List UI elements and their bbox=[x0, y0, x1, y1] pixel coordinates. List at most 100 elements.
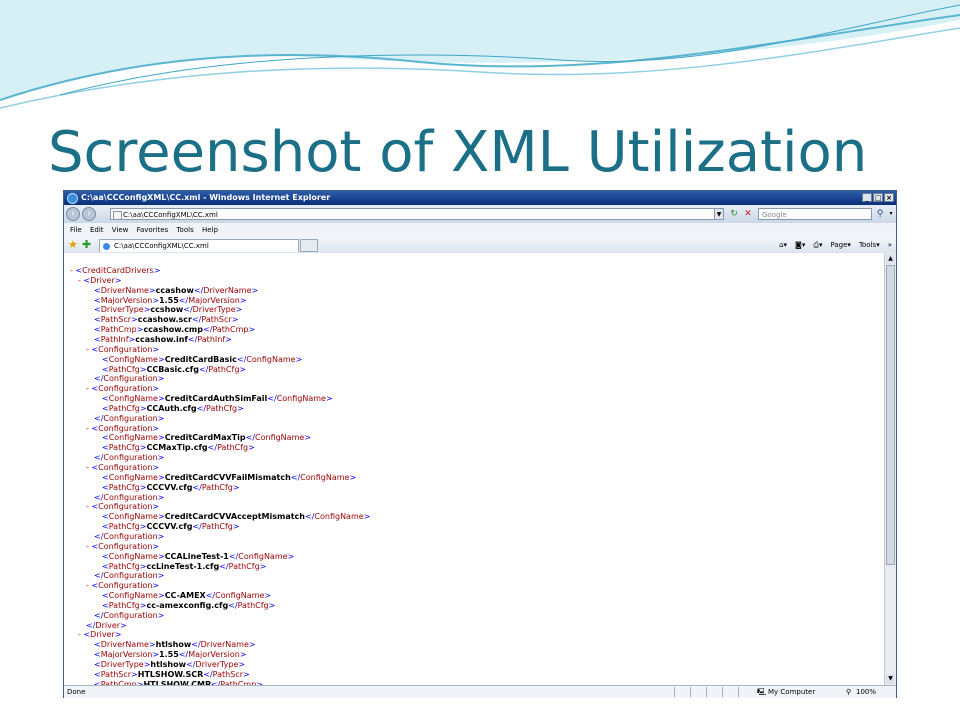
xml-bracket: </ bbox=[86, 620, 96, 630]
xml-line: <PathScr>ccashow.scr</PathScr> bbox=[94, 315, 238, 325]
xml-tag-name: PathCfg bbox=[108, 522, 140, 532]
menu-view[interactable]: View bbox=[112, 226, 129, 234]
xml-tag-name: CreditCardDrivers bbox=[82, 266, 154, 275]
search-input[interactable]: Google bbox=[758, 208, 872, 220]
xml-bracket: </ bbox=[94, 610, 104, 620]
xml-bracket: < bbox=[94, 650, 101, 660]
xml-line: <MajorVersion>1.55</MajorVersion> bbox=[94, 650, 247, 660]
xml-bracket: > bbox=[157, 394, 165, 404]
more-chevron-icon[interactable]: » bbox=[888, 239, 892, 251]
xml-bracket: > bbox=[157, 531, 165, 541]
xml-line: - <Configuration> bbox=[86, 345, 159, 355]
xml-bracket: < bbox=[94, 315, 101, 325]
tab-label: C:\aa\CCConfigXML\CC.xml bbox=[114, 242, 209, 250]
xml-bracket: > bbox=[295, 354, 303, 364]
xml-tag-name: PathCfg bbox=[237, 600, 269, 610]
xml-bracket: < bbox=[94, 334, 101, 344]
xml-bracket: </ bbox=[193, 285, 204, 295]
xml-line: <ConfigName>CreditCardCVVFailMismatch</C… bbox=[102, 473, 356, 483]
xml-tag-name: ConfigName bbox=[300, 472, 350, 482]
xml-line: <ConfigName>CreditCardBasic</ConfigName> bbox=[102, 355, 302, 365]
xml-tag-name: Configuration bbox=[98, 502, 153, 512]
xml-bracket: </ bbox=[228, 600, 238, 610]
xml-tag-name: PathCmp bbox=[212, 325, 249, 335]
menu-file[interactable]: File bbox=[70, 226, 82, 234]
forward-button[interactable]: › bbox=[82, 207, 96, 221]
xml-bracket: < bbox=[102, 591, 109, 601]
xml-bracket: > bbox=[157, 591, 165, 601]
xml-tag-name: PathScr bbox=[212, 669, 244, 679]
scroll-up-arrow-icon[interactable]: ▲ bbox=[886, 254, 895, 264]
xml-bracket: > bbox=[157, 433, 165, 443]
xml-bracket: </ bbox=[267, 394, 277, 404]
browser-window: C:\aa\CCConfigXML\CC.xml - Windows Inter… bbox=[63, 190, 897, 698]
new-tab-button[interactable] bbox=[300, 239, 318, 252]
xml-line: </Driver> bbox=[86, 621, 127, 631]
menu-edit[interactable]: Edit bbox=[90, 226, 104, 234]
add-favorites-icon[interactable]: ✚ bbox=[82, 238, 91, 251]
zoom-level[interactable]: 100% bbox=[856, 686, 876, 698]
close-button[interactable]: × bbox=[884, 193, 894, 202]
xml-tag-name: ConfigName bbox=[215, 591, 265, 601]
xml-tag-name: MajorVersion bbox=[188, 295, 240, 305]
print-icon[interactable]: ⎙▾ bbox=[813, 239, 822, 251]
xml-tag-name: DriverName bbox=[203, 285, 252, 295]
zoom-icon[interactable]: ⚲ bbox=[846, 686, 851, 698]
xml-line: <PathCfg>CCMaxTip.cfg</PathCfg> bbox=[102, 443, 255, 453]
menu-help[interactable]: Help bbox=[202, 226, 218, 234]
xml-bracket: > bbox=[152, 384, 160, 394]
xml-tag-name: ConfigName bbox=[108, 551, 158, 561]
xml-line: <ConfigName>CreditCardAuthSimFail</Confi… bbox=[102, 394, 333, 404]
xml-tag-name: ConfigName bbox=[314, 512, 364, 522]
address-dropdown-button[interactable]: ▼ bbox=[714, 208, 724, 220]
scroll-down-arrow-icon[interactable]: ▼ bbox=[886, 674, 895, 684]
xml-bracket: < bbox=[102, 433, 109, 443]
xml-value: CCALineTest-1 bbox=[164, 551, 229, 561]
xml-bracket: > bbox=[114, 275, 122, 285]
page-menu[interactable]: Page▾ bbox=[830, 239, 850, 251]
maximize-button[interactable]: □ bbox=[873, 193, 883, 202]
xml-bracket: </ bbox=[203, 669, 213, 679]
xml-tag-name: PathCfg bbox=[228, 561, 260, 571]
status-cell bbox=[706, 687, 721, 697]
address-bar[interactable]: C:\aa\CCConfigXML\CC.xml bbox=[110, 208, 724, 220]
xml-tag-name: MajorVersion bbox=[188, 650, 240, 660]
xml-line: - <Configuration> bbox=[86, 542, 159, 552]
xml-tag-name: PathCfg bbox=[208, 364, 240, 374]
xml-value: ccashow.scr bbox=[137, 315, 192, 325]
xml-bracket: > bbox=[157, 551, 165, 561]
xml-tag-name: PathCfg bbox=[108, 443, 140, 453]
feeds-icon[interactable]: ◙▾ bbox=[795, 239, 805, 251]
menu-tools[interactable]: Tools bbox=[176, 226, 193, 234]
scroll-thumb[interactable] bbox=[886, 265, 895, 565]
xml-tag-name: PathCfg bbox=[108, 364, 140, 374]
menu-favorites[interactable]: Favorites bbox=[137, 226, 169, 234]
vertical-scrollbar[interactable]: ▲ ▼ bbox=[884, 253, 896, 685]
home-icon[interactable]: ⌂▾ bbox=[779, 239, 787, 251]
tools-menu[interactable]: Tools▾ bbox=[859, 239, 880, 251]
back-button[interactable]: ‹ bbox=[66, 207, 80, 221]
search-options-icon[interactable]: ▾ bbox=[885, 208, 897, 220]
address-text: C:\aa\CCConfigXML\CC.xml bbox=[123, 211, 218, 219]
xml-bracket: < bbox=[102, 472, 109, 482]
xml-bracket: < bbox=[94, 669, 101, 679]
xml-line: <MajorVersion>1.55</MajorVersion> bbox=[94, 296, 247, 306]
xml-line: - <Configuration> bbox=[86, 581, 159, 591]
tab-current[interactable]: C:\aa\CCConfigXML\CC.xml bbox=[99, 239, 299, 252]
stop-icon[interactable]: ✕ bbox=[742, 208, 754, 220]
xml-bracket: > bbox=[238, 660, 246, 669]
favorites-star-icon[interactable]: ★ bbox=[68, 238, 78, 251]
xml-bracket: < bbox=[102, 512, 109, 522]
xml-line: <PathCfg>CCBasic.cfg</PathCfg> bbox=[102, 365, 246, 375]
xml-tag-name: Configuration bbox=[103, 413, 158, 423]
refresh-icon[interactable]: ↻ bbox=[728, 208, 740, 220]
xml-tag-name: PathCfg bbox=[108, 403, 140, 413]
xml-bracket: > bbox=[287, 551, 295, 561]
xml-value: ccLineTest-1.cfg bbox=[146, 561, 220, 571]
xml-tag-name: Configuration bbox=[98, 581, 153, 591]
status-cell bbox=[674, 687, 689, 697]
minimize-button[interactable]: _ bbox=[862, 193, 872, 202]
xml-line: - <Driver> bbox=[78, 630, 121, 640]
xml-value: cc-amexconfig.cfg bbox=[146, 600, 229, 610]
xml-value: 1.55 bbox=[159, 295, 179, 305]
